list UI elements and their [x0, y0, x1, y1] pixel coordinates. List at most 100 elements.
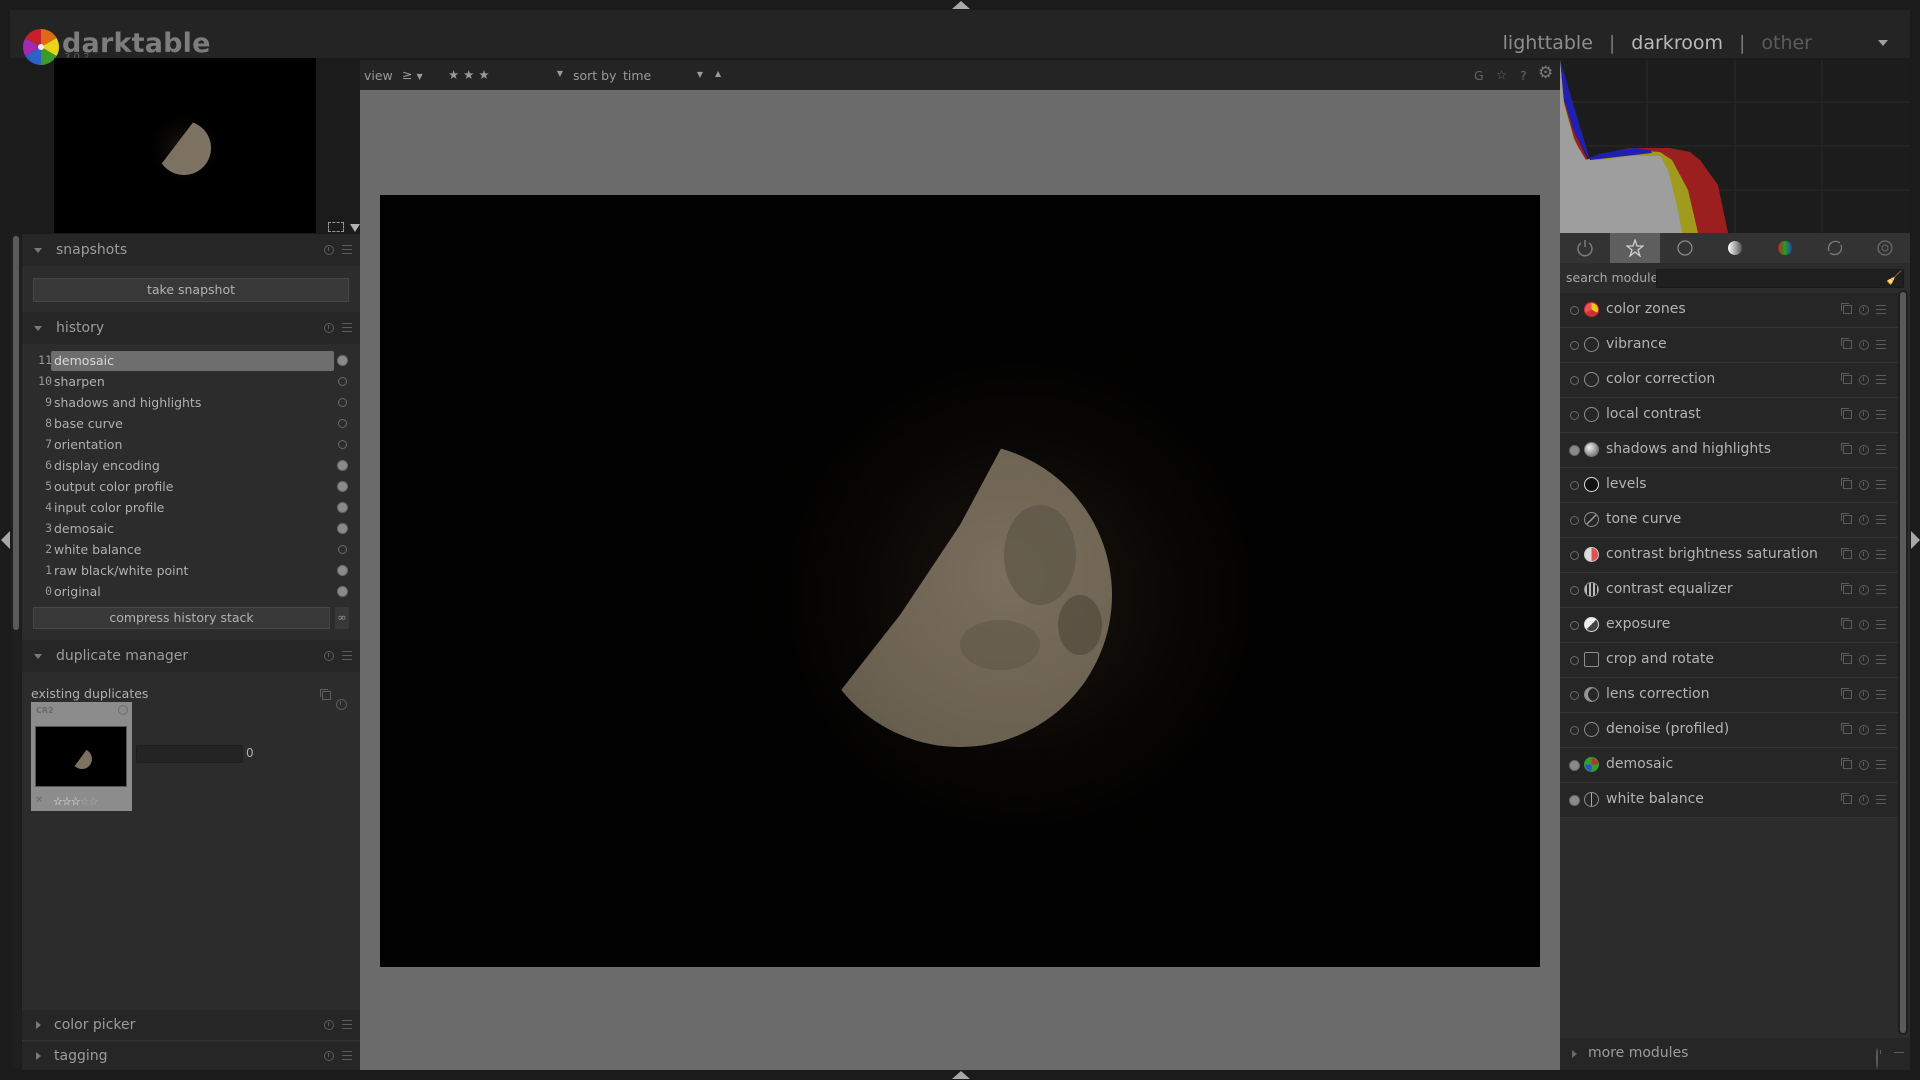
presets-icon[interactable]	[342, 245, 352, 254]
presets-icon[interactable]	[342, 323, 352, 332]
module-row[interactable]: color zones	[1560, 293, 1898, 328]
presets-icon[interactable]	[1876, 725, 1886, 734]
multi-instance-icon[interactable]	[1841, 513, 1852, 524]
module-power-icon[interactable]	[1570, 761, 1579, 770]
multi-instance-icon[interactable]	[1841, 758, 1852, 769]
duplicate-manager-header[interactable]: duplicate manager	[22, 640, 360, 672]
snapshots-header[interactable]: snapshots	[22, 234, 360, 266]
view-lighttable[interactable]: lighttable	[1503, 32, 1593, 54]
zoom-fit-icon[interactable]	[328, 222, 344, 232]
rating-stars[interactable]: ☆☆☆☆☆	[53, 795, 99, 808]
multi-instance-icon[interactable]	[1841, 583, 1852, 594]
module-power-icon[interactable]	[1570, 341, 1579, 350]
multi-instance-icon[interactable]	[1841, 618, 1852, 629]
presets-icon[interactable]	[1876, 690, 1886, 699]
presets-icon[interactable]	[1876, 340, 1886, 349]
module-row[interactable]: levels	[1560, 468, 1898, 503]
reset-icon[interactable]	[1859, 655, 1869, 665]
module-row[interactable]: crop and rotate	[1560, 643, 1898, 678]
grouping-icon[interactable]: G	[1474, 68, 1484, 83]
reset-icon[interactable]	[1859, 620, 1869, 630]
group-tab-favourites[interactable]	[1610, 233, 1660, 263]
filled-stars[interactable]: ☆☆☆	[53, 795, 81, 808]
module-row[interactable]: white balance	[1560, 783, 1898, 818]
module-row[interactable]: tone curve	[1560, 503, 1898, 538]
module-power-icon[interactable]	[1570, 621, 1579, 630]
presets-icon[interactable]	[1876, 515, 1886, 524]
left-panel-scrollbar-thumb[interactable]	[13, 236, 19, 630]
reject-icon[interactable]: ✕	[35, 795, 43, 806]
reset-icon[interactable]	[1859, 305, 1869, 315]
group-tab-tone[interactable]	[1710, 233, 1760, 263]
reset-icon[interactable]	[324, 1051, 334, 1061]
history-item[interactable]: 9 shadows and highlights	[22, 393, 360, 414]
reset-icon[interactable]	[1859, 795, 1869, 805]
history-item[interactable]: 3 demosaic	[22, 519, 360, 540]
main-image[interactable]	[380, 195, 1540, 967]
collapse-bottom-arrow-icon[interactable]	[952, 1071, 970, 1079]
history-item[interactable]: 6 display encoding	[22, 456, 360, 477]
history-item[interactable]: 5 output color profile	[22, 477, 360, 498]
reset-icon[interactable]	[1859, 760, 1869, 770]
presets-icon[interactable]	[342, 1051, 352, 1060]
group-tab-active-modules[interactable]	[1560, 233, 1610, 263]
presets-icon[interactable]	[1876, 445, 1886, 454]
presets-icon[interactable]	[1876, 410, 1886, 419]
module-row[interactable]: exposure	[1560, 608, 1898, 643]
multi-instance-icon[interactable]	[1841, 688, 1852, 699]
presets-icon[interactable]	[1876, 620, 1886, 629]
empty-stars[interactable]: ☆☆	[80, 795, 99, 808]
reset-icon[interactable]	[1859, 480, 1869, 490]
multi-instance-icon[interactable]	[1841, 443, 1852, 454]
module-row[interactable]: demosaic	[1560, 748, 1898, 783]
compress-history-button[interactable]: compress history stack	[33, 607, 330, 629]
reset-icon[interactable]	[324, 1020, 334, 1030]
reset-icon[interactable]	[1859, 725, 1869, 735]
multi-instance-icon[interactable]	[1841, 478, 1852, 489]
sort-select[interactable]: time ▼	[623, 68, 703, 83]
module-row[interactable]: contrast brightness saturation	[1560, 538, 1898, 573]
module-power-icon[interactable]	[1570, 446, 1579, 455]
history-item[interactable]: 8 base curve	[22, 414, 360, 435]
take-snapshot-button[interactable]: take snapshot	[33, 278, 349, 302]
reset-icon[interactable]	[1859, 340, 1869, 350]
duplicate-version-field[interactable]	[136, 745, 243, 763]
module-row[interactable]: lens correction	[1560, 678, 1898, 713]
view-other[interactable]: other	[1761, 32, 1812, 54]
history-item[interactable]: 4 input color profile	[22, 498, 360, 519]
more-modules-header[interactable]: more modules	[1560, 1038, 1910, 1070]
module-power-icon[interactable]	[1570, 306, 1579, 315]
presets-icon[interactable]	[1876, 550, 1886, 559]
clear-search-broom-icon[interactable]: 🧹	[1886, 271, 1902, 286]
reset-icon[interactable]	[1859, 585, 1869, 595]
preferences-gear-icon[interactable]: ⚙	[1538, 63, 1553, 83]
sort-direction-icon[interactable]: ▲	[715, 69, 721, 78]
presets-icon[interactable]	[342, 1020, 352, 1029]
history-header[interactable]: history	[22, 312, 360, 344]
collapse-left-arrow-icon[interactable]	[1, 531, 10, 549]
help-icon[interactable]: ?	[1520, 68, 1527, 83]
reset-icon[interactable]	[324, 245, 334, 255]
history-item[interactable]: 11 demosaic	[22, 351, 360, 372]
view-darkroom[interactable]: darkroom	[1631, 32, 1723, 54]
history-item[interactable]: 7 orientation	[22, 435, 360, 456]
duplicate-thumbnail[interactable]: CR2 ✕ ☆☆☆☆☆	[31, 702, 132, 811]
reset-icon[interactable]	[1859, 375, 1869, 385]
group-tab-effect[interactable]	[1860, 233, 1910, 263]
module-row[interactable]: color correction	[1560, 363, 1898, 398]
group-tab-color[interactable]	[1760, 233, 1810, 263]
presets-icon[interactable]	[1876, 760, 1886, 769]
module-row[interactable]: local contrast	[1560, 398, 1898, 433]
multi-instance-icon[interactable]	[1841, 793, 1852, 804]
truncate-history-icon[interactable]: ∞	[335, 607, 349, 629]
module-power-icon[interactable]	[1570, 656, 1579, 665]
history-item[interactable]: 1 raw black/white point	[22, 561, 360, 582]
module-power-icon[interactable]	[1570, 586, 1579, 595]
reset-icon[interactable]	[1859, 690, 1869, 700]
view-dropdown-icon[interactable]	[1878, 40, 1888, 46]
rating-filter-select[interactable]: ★ ★ ★ ▼	[448, 67, 563, 82]
module-row[interactable]: shadows and highlights	[1560, 433, 1898, 468]
module-power-icon[interactable]	[1570, 691, 1579, 700]
multi-instance-icon[interactable]	[1841, 653, 1852, 664]
color-picker-header[interactable]: color picker	[22, 1010, 360, 1041]
